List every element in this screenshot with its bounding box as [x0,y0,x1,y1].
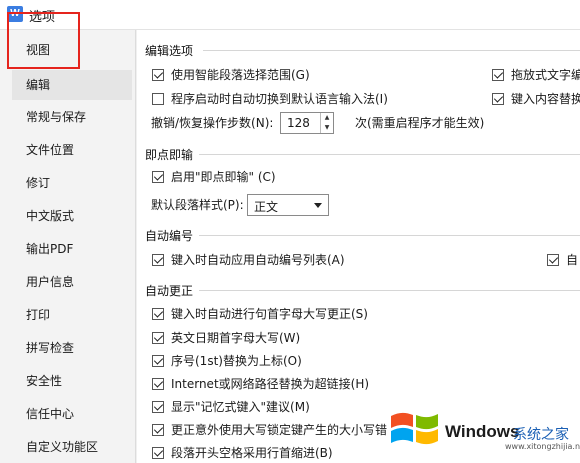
sidebar-item-chinese-layout[interactable]: 中文版式 [0,201,134,231]
window-title: 选项 [29,10,56,25]
checkbox-checked[interactable] [152,308,164,320]
checkbox-checked[interactable] [547,254,559,266]
chevron-down-icon [314,203,322,208]
checkbox-checked[interactable] [152,332,164,344]
option-sentence-capitalize[interactable]: 键入时自动进行句首字母大写更正(S) [152,304,368,324]
option-replace-on-type[interactable]: 键入内容替换 [492,89,580,109]
default-style-select[interactable]: 正文 [247,194,329,216]
section-title-edit-options: 编辑选项 [145,44,194,58]
default-style-label: 默认段落样式(P): [151,198,244,212]
option-auto-input-lang[interactable]: 程序启动时自动切换到默认语言输入法(I) [152,89,388,109]
sidebar-item-edit[interactable]: 编辑 [12,70,132,100]
option-click-and-type[interactable]: 启用"即点即输" (C) [152,167,276,187]
sidebar-item-security[interactable]: 安全性 [0,366,134,396]
checkbox-checked[interactable] [152,401,164,413]
watermark-site: 系统之家 [513,427,569,443]
checkbox-checked[interactable] [492,69,504,81]
sidebar-item-revision[interactable]: 修订 [0,168,134,198]
undo-steps-value[interactable]: 128 [287,116,310,130]
option-smart-paragraph[interactable]: 使用智能段落选择范围(G) [152,65,310,85]
sidebar-item-general-save[interactable]: 常规与保存 [0,102,134,132]
section-title-auto-correct: 自动更正 [145,284,194,298]
spin-down-icon[interactable]: ▼ [321,123,333,133]
option-english-date-capitalize[interactable]: 英文日期首字母大写(W) [152,328,300,348]
windows-logo-icon [391,412,438,445]
section-divider [199,290,580,291]
undo-steps-spinner[interactable]: 128 ▲ ▼ [280,112,334,134]
watermark-url: www.xitongzhijia.net [505,442,580,451]
checkbox-checked[interactable] [152,355,164,367]
section-title-click-and-type: 即点即输 [145,148,194,162]
undo-steps-label: 撤销/恢复操作步数(N): [151,116,274,130]
checkbox-checked[interactable] [152,69,164,81]
option-hyperlink-replace[interactable]: Internet或网络路径替换为超链接(H) [152,374,369,394]
option-auto-number-right[interactable]: 自 [547,250,578,270]
title-bar: W 选项 [0,0,580,30]
option-paragraph-indent[interactable]: 段落开头空格采用行首缩进(B) [152,443,333,463]
sidebar-item-customize-ribbon[interactable]: 自定义功能区 [0,432,134,462]
option-auto-number-list[interactable]: 键入时自动应用自动编号列表(A) [152,250,345,270]
watermark: Windows 系统之家 www.xitongzhijia.net [385,402,580,452]
checkbox-checked[interactable] [152,424,164,436]
sidebar-item-spell-check[interactable]: 拼写检查 [0,333,134,363]
sidebar-item-user-info[interactable]: 用户信息 [0,267,134,297]
undo-steps-note: 次(需重启程序才能生效) [355,116,485,130]
checkbox-checked[interactable] [152,447,164,459]
sidebar-item-print[interactable]: 打印 [0,300,134,330]
checkbox-checked[interactable] [152,378,164,390]
app-icon: W [7,6,23,22]
watermark-brand: Windows [445,422,520,441]
section-divider [203,50,580,51]
default-style-value: 正文 [254,200,279,214]
option-autocomplete-suggest[interactable]: 显示"记忆式键入"建议(M) [152,397,310,417]
options-sidebar: 视图 编辑 常规与保存 文件位置 修订 中文版式 输出PDF 用户信息 打印 拼… [0,30,136,463]
checkbox-checked[interactable] [152,254,164,266]
section-divider [199,154,580,155]
option-caps-lock-correct[interactable]: 更正意外使用大写锁定键产生的大小写错 [152,420,387,440]
checkbox-unchecked[interactable] [152,93,164,105]
section-title-auto-number: 自动编号 [145,229,194,243]
sidebar-item-trust-center[interactable]: 信任中心 [0,399,134,429]
option-drag-text[interactable]: 拖放式文字编 [492,65,580,85]
options-content: 编辑选项 使用智能段落选择范围(G) 拖放式文字编 程序启动时自动切换到默认语言… [137,30,580,463]
checkbox-checked[interactable] [492,93,504,105]
checkbox-checked[interactable] [152,171,164,183]
sidebar-item-output-pdf[interactable]: 输出PDF [0,234,134,264]
sidebar-item-view[interactable]: 视图 [0,35,134,65]
spin-up-icon[interactable]: ▲ [321,113,333,123]
spinner-buttons: ▲ ▼ [320,113,333,133]
section-divider [199,235,580,236]
sidebar-item-file-location[interactable]: 文件位置 [0,135,134,165]
option-ordinal-superscript[interactable]: 序号(1st)替换为上标(O) [152,351,302,371]
